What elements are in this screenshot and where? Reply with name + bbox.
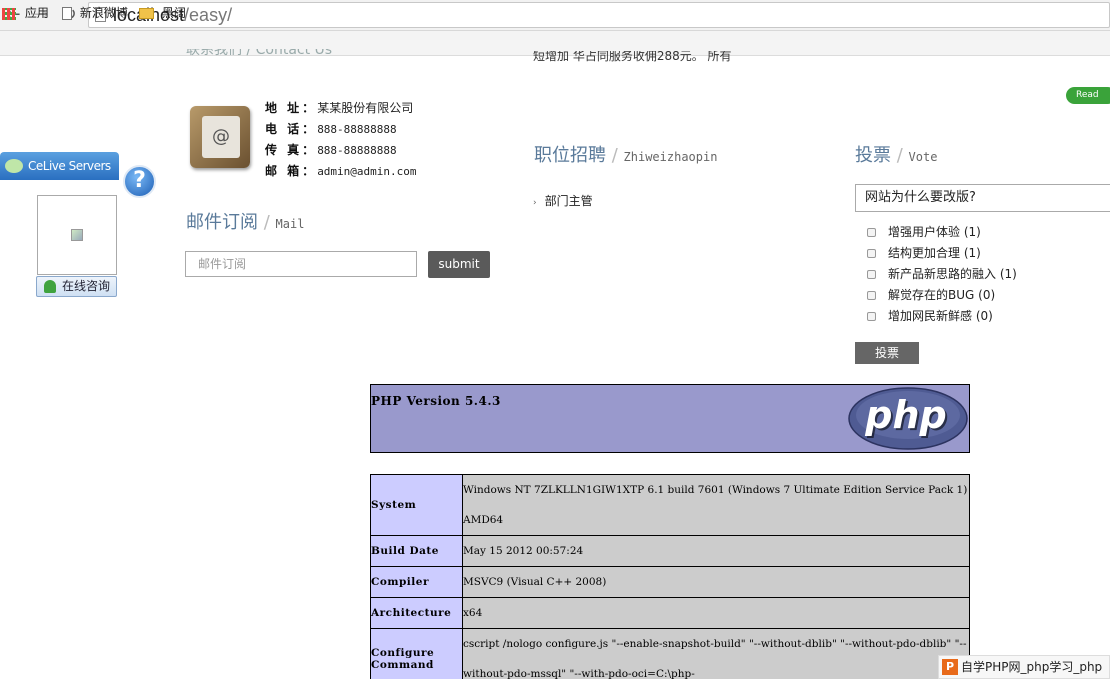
page-icon	[62, 7, 72, 20]
row-value: cscript /nologo configure.js "--enable-s…	[462, 628, 970, 679]
vote-question: 网站为什么要改版?	[855, 184, 1110, 212]
row-key: Compiler	[370, 566, 463, 598]
address-book-icon: @	[190, 106, 250, 168]
php-logo-icon: php php	[848, 387, 968, 450]
php-version-title: PHP Version 5.4.3	[371, 394, 501, 408]
bookmark-label: 应用	[24, 6, 49, 20]
bookmark-apps[interactable]: 应用	[2, 4, 49, 22]
mail-section-heading: 邮件订阅 / Mail	[186, 212, 305, 233]
row-key: Configure Command	[370, 628, 463, 679]
url-path: /easy/	[184, 5, 233, 25]
checkbox[interactable]	[867, 291, 876, 300]
bookmark-heikuo[interactable]: 黑阔	[139, 4, 186, 22]
row-value: May 15 2012 00:57:24	[462, 535, 970, 567]
folder-icon	[139, 8, 154, 19]
contact-heading-cutoff: 联系我们 / Contact Us	[186, 49, 333, 58]
row-value: MSVC9 (Visual C++ 2008)	[462, 566, 970, 598]
vote-section-heading: 投票 / Vote	[855, 145, 938, 166]
broken-image-icon	[71, 229, 83, 241]
table-row: Architecture x64	[370, 597, 970, 629]
vote-option[interactable]: 结构更加合理 (1)	[867, 245, 981, 261]
read-more-button[interactable]: Read More	[1066, 87, 1110, 117]
contact-fax: 传 真：888-88888888	[265, 143, 397, 157]
contact-address: 地 址：某某股份有限公司	[265, 101, 414, 115]
watermark-logo-icon: P	[942, 659, 958, 675]
checkbox[interactable]	[867, 228, 876, 237]
checkbox[interactable]	[867, 249, 876, 258]
contact-phone: 电 话：888-88888888	[265, 122, 397, 136]
bookmark-label: 新浪微博	[79, 6, 128, 20]
site-watermark: P 自学PHP网_php学习_php教	[938, 655, 1110, 679]
job-item[interactable]: › 部门主管	[533, 192, 593, 209]
bookmark-label: 黑阔	[161, 6, 186, 20]
row-key: Architecture	[370, 597, 463, 629]
vote-option[interactable]: 解觉存在的BUG (0)	[867, 287, 995, 303]
apps-grid-icon	[2, 7, 16, 20]
bullet-arrow-icon: ›	[533, 198, 537, 208]
help-icon[interactable]: ?	[123, 165, 156, 198]
vote-option[interactable]: 增加网民新鲜感 (0)	[867, 308, 993, 324]
chat-bubble-icon	[5, 159, 23, 173]
vote-button[interactable]: 投票	[855, 342, 919, 364]
checkbox[interactable]	[867, 270, 876, 279]
notice-text-cutoff: 短增加 华占同服务收佣288元。 所有	[533, 51, 732, 63]
mail-subscribe-input[interactable]: 邮件订阅	[185, 251, 417, 277]
row-value: Windows NT 7ZLKLLN1GIW1XTP 6.1 build 760…	[462, 474, 970, 536]
contact-email: 邮 箱：admin@admin.com	[265, 164, 417, 178]
vote-option[interactable]: 增强用户体验 (1)	[867, 224, 981, 240]
row-key: Build Date	[370, 535, 463, 567]
table-row: System Windows NT 7ZLKLLN1GIW1XTP 6.1 bu…	[370, 474, 970, 536]
svg-text:php: php	[864, 393, 946, 437]
submit-button[interactable]: submit	[428, 251, 490, 278]
table-row: Configure Command cscript /nologo config…	[370, 628, 970, 679]
phpinfo-table: System Windows NT 7ZLKLLN1GIW1XTP 6.1 bu…	[370, 474, 970, 679]
table-row: Compiler MSVC9 (Visual C++ 2008)	[370, 566, 970, 598]
online-consult-button[interactable]: 在线咨询	[36, 276, 117, 297]
bookmark-weibo[interactable]: 新浪微博	[62, 4, 128, 22]
celive-image-box	[37, 195, 117, 275]
row-key: System	[370, 474, 463, 536]
checkbox[interactable]	[867, 312, 876, 321]
vote-option[interactable]: 新产品新思路的融入 (1)	[867, 266, 1017, 282]
row-value: x64	[462, 597, 970, 629]
table-row: Build Date May 15 2012 00:57:24	[370, 535, 970, 567]
jobs-section-heading: 职位招聘 / Zhiweizhaopin	[534, 145, 718, 166]
user-icon	[44, 280, 56, 293]
celive-header[interactable]: CeLive Servers	[0, 152, 119, 180]
address-bar[interactable]	[88, 2, 1110, 28]
